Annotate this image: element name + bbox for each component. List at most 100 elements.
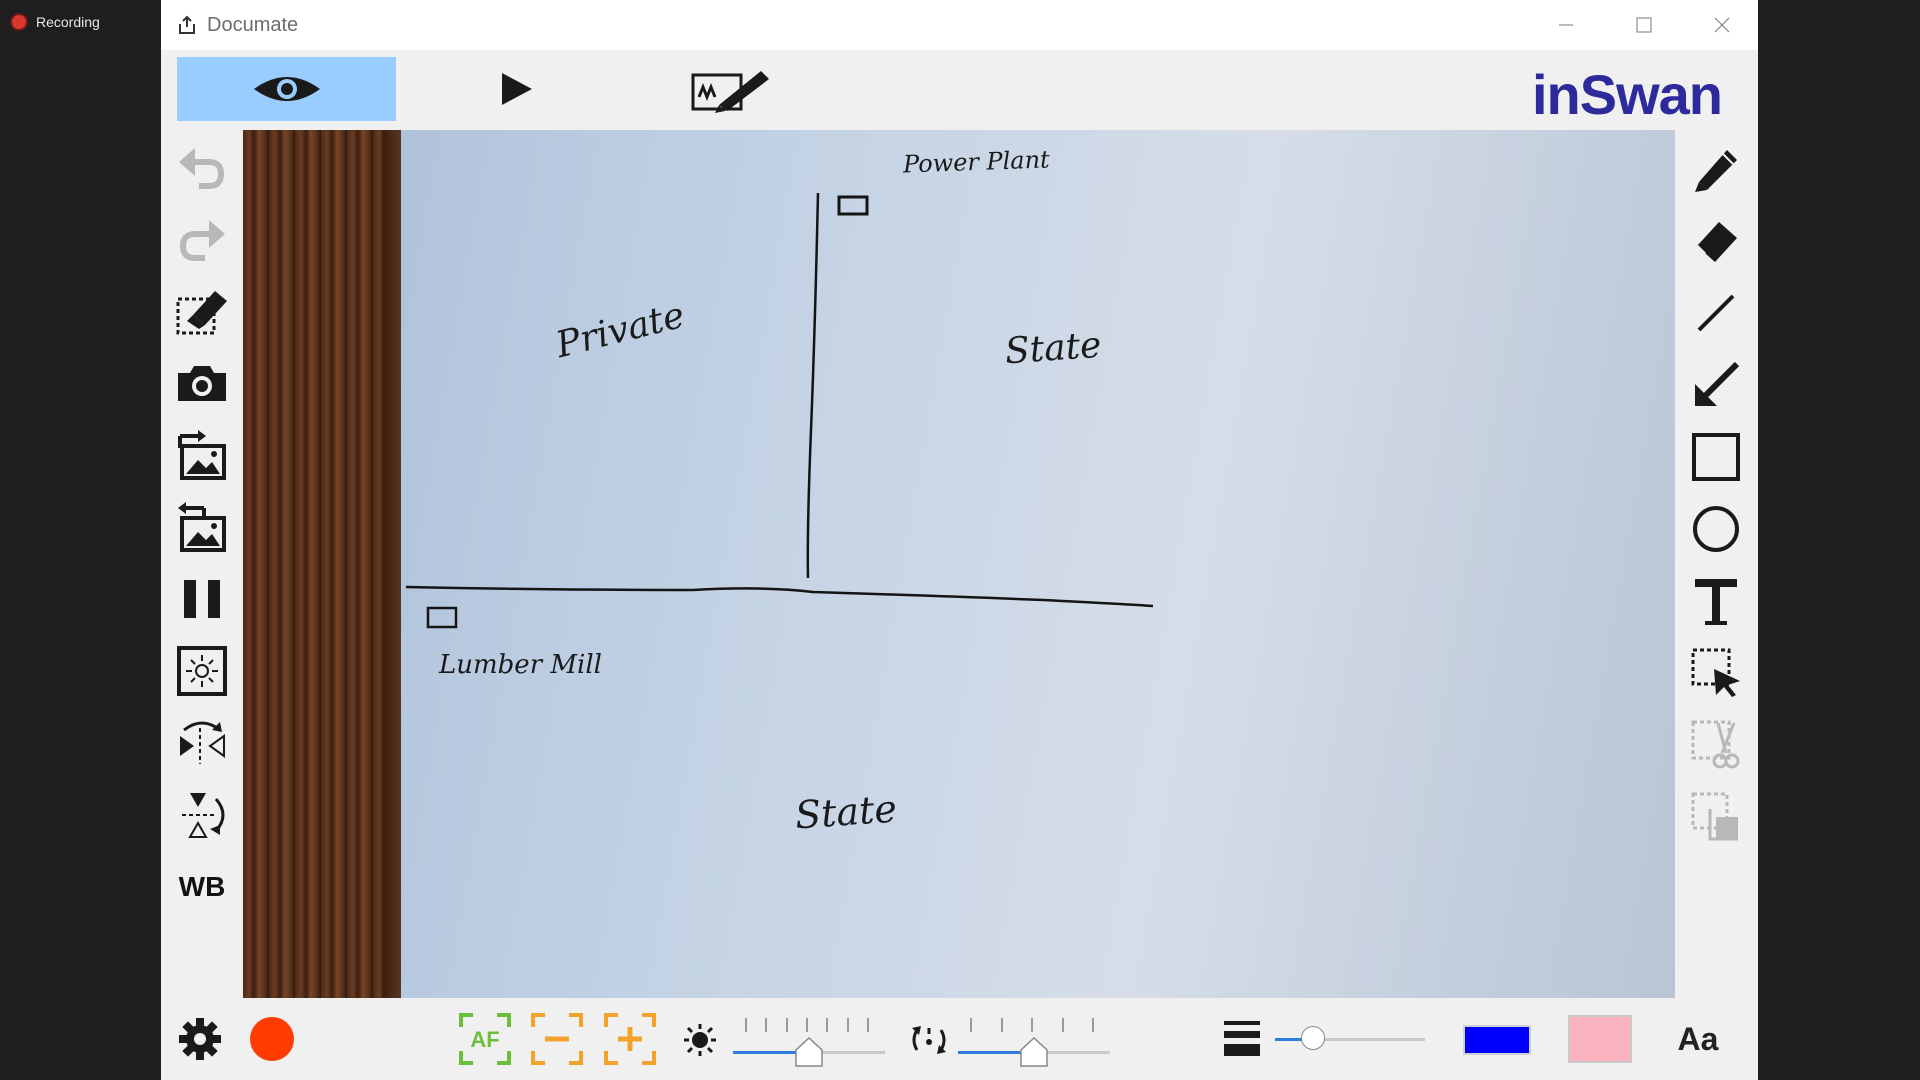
recording-dot-icon	[12, 15, 26, 29]
annotate-button[interactable]	[681, 57, 781, 121]
eye-icon	[253, 77, 320, 101]
minimize-icon	[1559, 24, 1573, 26]
line-width-thumb[interactable]	[1300, 1026, 1325, 1050]
stroke-color-swatch	[1463, 1025, 1531, 1055]
line-width-icon-wrap	[1221, 1016, 1263, 1062]
record-button[interactable]	[247, 1014, 297, 1064]
mode-toolbar: inSwan	[161, 50, 1758, 130]
label-state-right: State	[1003, 324, 1103, 373]
flip-icon	[182, 793, 225, 838]
camera-canvas[interactable]: Power Plant Private State Lumber Mill St…	[243, 130, 1675, 998]
pen-tool[interactable]	[1687, 140, 1745, 198]
left-toolbar: WB	[161, 130, 243, 1000]
sketch-lines	[405, 192, 1154, 629]
close-icon	[1714, 17, 1730, 33]
label-power-plant: Power Plant	[902, 145, 1051, 179]
select-icon	[1691, 648, 1740, 697]
maximize-button[interactable]	[1605, 0, 1683, 50]
text-tool[interactable]	[1687, 572, 1745, 630]
cut-tool[interactable]	[1687, 716, 1745, 774]
eraser-icon	[1695, 222, 1737, 262]
redo-icon	[179, 220, 225, 261]
stroke-color-button[interactable]	[1459, 1016, 1535, 1064]
rectangle-tool[interactable]	[1687, 428, 1745, 486]
documate-window: Documate inSwan WB Power Plant Private S…	[161, 0, 1758, 1080]
autofocus-icon: AF	[459, 1013, 511, 1065]
font-label: Aa	[1677, 1020, 1719, 1057]
select-tool[interactable]	[1687, 644, 1745, 702]
arrow-icon	[1695, 361, 1740, 406]
play-icon	[502, 73, 532, 105]
sun-icon	[684, 1024, 716, 1056]
drawing-toolbar	[1675, 130, 1758, 1000]
white-balance-button[interactable]: WB	[173, 858, 231, 916]
rotation-icon-wrap	[909, 1022, 949, 1058]
brightness-icon-wrap	[682, 1022, 718, 1058]
pen-icon	[1695, 150, 1737, 192]
live-view-button[interactable]	[177, 57, 396, 121]
title-bar: Documate	[161, 0, 1758, 50]
undo-icon	[179, 148, 225, 189]
exposure-icon	[177, 646, 227, 696]
flip-button[interactable]	[173, 786, 231, 844]
copy-icon	[1691, 792, 1738, 841]
freeze-button[interactable]	[173, 570, 231, 628]
close-button[interactable]	[1683, 0, 1761, 50]
window-title: Documate	[207, 13, 299, 36]
eraser-tool[interactable]	[1687, 212, 1745, 270]
clear-drawing-button[interactable]	[173, 282, 231, 340]
recording-label: Recording	[36, 14, 100, 30]
camera-button[interactable]	[173, 354, 231, 412]
svg-text:AF: AF	[470, 1027, 499, 1052]
export-image-button[interactable]	[173, 498, 231, 556]
circle-icon	[1693, 506, 1739, 552]
arrow-tool[interactable]	[1687, 356, 1745, 414]
brightness-ticks	[745, 1018, 869, 1032]
zoom-in-button[interactable]	[604, 1013, 656, 1065]
zoom-in-icon	[604, 1013, 656, 1065]
white-balance-label: WB	[178, 871, 226, 902]
font-button[interactable]: Aa	[1667, 1014, 1729, 1064]
undo-button[interactable]	[173, 138, 231, 196]
camera-icon	[178, 366, 226, 401]
recording-indicator[interactable]: Recording	[12, 14, 100, 30]
power-plant-marker	[837, 195, 869, 216]
zoom-out-button[interactable]	[531, 1013, 583, 1065]
brightness-thumb[interactable]	[794, 1036, 824, 1068]
maximize-icon	[1636, 17, 1652, 33]
minimize-button[interactable]	[1527, 0, 1605, 50]
app-icon	[179, 15, 195, 34]
import-image-button[interactable]	[173, 426, 231, 484]
scissors-icon	[1691, 720, 1740, 769]
brand-logo: inSwan	[1531, 63, 1723, 126]
redo-button[interactable]	[173, 210, 231, 268]
line-icon	[1697, 294, 1735, 332]
rotation-ticks	[970, 1018, 1094, 1032]
image-export-icon	[178, 502, 226, 552]
play-button[interactable]	[467, 57, 567, 121]
settings-button[interactable]	[175, 1014, 225, 1064]
label-state-bottom: State	[793, 786, 899, 838]
rotation-slider[interactable]	[958, 1018, 1110, 1068]
erase-selection-icon	[176, 291, 227, 335]
auto-exposure-button[interactable]	[173, 642, 231, 700]
zoom-out-icon	[531, 1013, 583, 1065]
pause-icon	[184, 580, 220, 618]
brightness-slider[interactable]	[733, 1018, 885, 1068]
copy-tool[interactable]	[1687, 788, 1745, 846]
record-dot-icon	[250, 1017, 294, 1061]
rotate-icon	[912, 1026, 946, 1054]
line-width-slider[interactable]	[1275, 1026, 1425, 1052]
ellipse-tool[interactable]	[1687, 500, 1745, 558]
gear-icon	[179, 1018, 221, 1060]
label-lumber-mill: Lumber Mill	[439, 650, 602, 680]
mirror-button[interactable]	[173, 714, 231, 772]
rotation-thumb[interactable]	[1019, 1036, 1049, 1068]
line-tool[interactable]	[1687, 284, 1745, 342]
autofocus-button[interactable]: AF	[459, 1013, 511, 1065]
bottom-toolbar: AF Aa	[161, 998, 1758, 1080]
lumber-mill-marker	[426, 606, 458, 629]
text-icon	[1695, 579, 1737, 625]
line-width-icon	[1224, 1021, 1260, 1056]
fill-color-button[interactable]	[1565, 1012, 1635, 1066]
